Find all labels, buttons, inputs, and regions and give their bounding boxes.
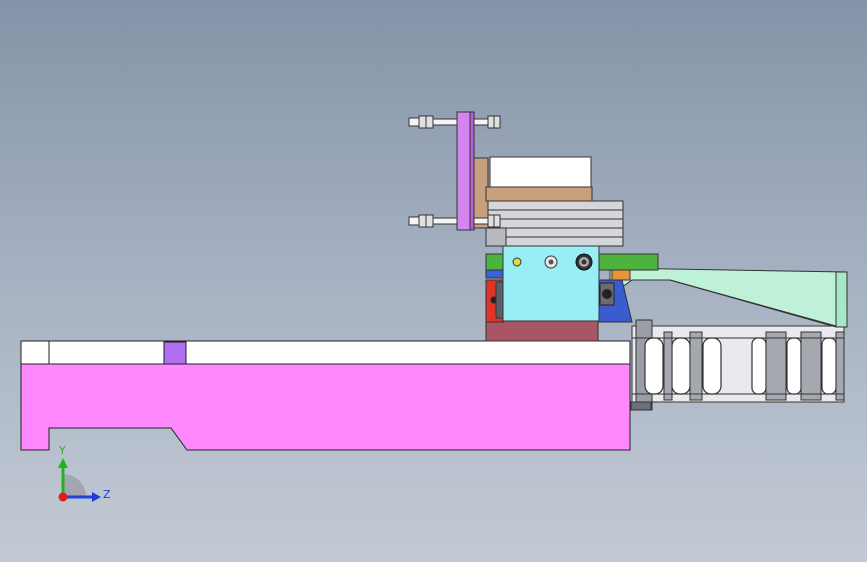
slot-block: [163, 341, 187, 365]
upper-adjust-screw[interactable]: [408, 115, 501, 129]
y-axis-label: Y: [58, 444, 66, 457]
vertical-bracket[interactable]: [456, 111, 475, 231]
cad-viewport[interactable]: Y Z: [0, 0, 867, 562]
assembly-drawing: Y Z: [20, 111, 848, 502]
z-axis-label: Z: [103, 488, 111, 501]
coordinate-triad: Y Z: [58, 444, 111, 502]
triad-origin: [58, 492, 68, 502]
base-body: [20, 363, 631, 451]
cable-drag-chain[interactable]: [630, 319, 845, 411]
base-rail: [20, 340, 631, 365]
linear-module-base[interactable]: [20, 340, 631, 451]
slide-cylinder[interactable]: [485, 200, 624, 247]
carriage-mount-plate[interactable]: [485, 320, 599, 342]
chain-support-bracket[interactable]: [609, 267, 848, 328]
grease-nipple: [512, 257, 522, 267]
carriage-assembly[interactable]: [485, 245, 659, 323]
